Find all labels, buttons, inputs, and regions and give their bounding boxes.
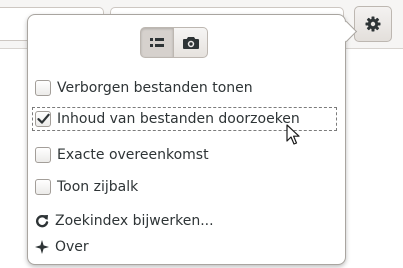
option-label: Verborgen bestanden tonen <box>57 80 253 96</box>
option-label: Toon zijbalk <box>57 179 139 195</box>
option-exact-match[interactable]: Exacte overeenkomst <box>33 144 336 166</box>
about-item[interactable]: Over <box>33 236 336 258</box>
action-label: Zoekindex bijwerken... <box>55 213 214 229</box>
option-show-sidebar[interactable]: Toon zijbalk <box>33 176 336 198</box>
option-label: Exacte overeenkomst <box>57 147 209 163</box>
camera-icon <box>182 36 199 49</box>
option-label: Inhoud van bestanden doorzoeken <box>57 111 300 127</box>
gear-icon <box>365 16 381 32</box>
option-show-hidden-files[interactable]: Verborgen bestanden tonen <box>33 77 336 99</box>
checkbox[interactable] <box>35 179 51 195</box>
update-search-index-item[interactable]: Zoekindex bijwerken... <box>33 210 336 232</box>
checkbox[interactable] <box>35 147 51 163</box>
camera-view-button[interactable] <box>174 27 208 58</box>
checkmark-icon <box>37 113 50 124</box>
list-view-button[interactable] <box>140 27 174 58</box>
checkbox[interactable] <box>35 111 51 127</box>
action-label: Over <box>55 239 89 255</box>
mouse-pointer-icon <box>286 124 300 145</box>
refresh-icon <box>35 213 49 229</box>
view-toggle <box>140 27 208 58</box>
star-icon <box>35 239 49 255</box>
list-view-icon <box>150 37 164 47</box>
checkbox[interactable] <box>35 80 51 96</box>
settings-button[interactable] <box>354 6 392 42</box>
